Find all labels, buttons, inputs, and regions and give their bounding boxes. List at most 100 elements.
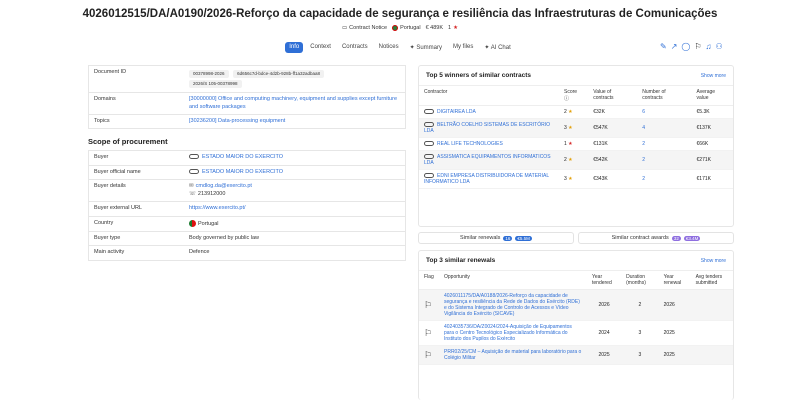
document-id-row: Document ID 00378998-2026 6d656c7d-bdce-… bbox=[88, 65, 406, 94]
domains-link[interactable]: [30000000] Office and computing machiner… bbox=[184, 93, 405, 114]
winners-show-more[interactable]: Show more bbox=[701, 73, 726, 79]
tab-my-files[interactable]: My files bbox=[449, 42, 477, 53]
document-icon: ▭ bbox=[341, 25, 348, 31]
phone-icon: ☏ bbox=[189, 190, 196, 197]
contractor-icon bbox=[424, 173, 434, 179]
star-icon: ★ bbox=[568, 109, 573, 115]
tab-info[interactable]: Info bbox=[285, 42, 304, 53]
count-link[interactable]: 4 bbox=[642, 125, 645, 131]
buyer-url-row: Buyer external URL https://www.exercito.… bbox=[88, 202, 406, 217]
winner-row: ASSISMATICA EQUIPAMENTOS INFORMATICOS LD… bbox=[419, 150, 733, 170]
topics-row: Topics [30236200] Data-processing equipm… bbox=[88, 114, 406, 130]
page-title: 4026012515/DA/A0190/2026-Reforço da capa… bbox=[82, 8, 718, 20]
email-icon: ✉ bbox=[189, 183, 194, 190]
renewals-show-more[interactable]: Show more bbox=[701, 258, 726, 264]
buyer-official-link[interactable]: ESTADO MAIOR DO EXERCITO bbox=[202, 169, 283, 175]
buyer-link[interactable]: ESTADO MAIOR DO EXERCITO bbox=[202, 154, 283, 160]
tab-notices[interactable]: Notices bbox=[375, 42, 403, 53]
chat-icon[interactable]: ◯ bbox=[681, 42, 690, 51]
winner-row: DIGITAIREA LDA 2 ★ €32K 6 €5.3K bbox=[419, 105, 733, 119]
topics-link[interactable]: [30236200] Data-processing equipment bbox=[184, 115, 405, 128]
winners-table: Contractor Score ⓘ Value of contracts Nu… bbox=[419, 85, 733, 189]
contractor-link[interactable]: EDNI EMPRESA DISTRIBUIDORA DE MATERIAL I… bbox=[424, 173, 549, 185]
renewals-value-badge: €5.5M bbox=[515, 235, 532, 241]
tab-context[interactable]: Context bbox=[306, 42, 335, 53]
renewals-title: Top 3 similar renewals bbox=[426, 257, 496, 264]
awards-count-badge: 32 bbox=[671, 235, 681, 241]
count-link[interactable]: 2 bbox=[642, 176, 645, 182]
scope-table: Buyer ESTADO MAIOR DO EXERCITO Buyer off… bbox=[88, 150, 406, 261]
flag-icon[interactable]: ⚐ bbox=[424, 350, 432, 360]
winner-row: BELTRÃO COELHO SISTEMAS DE ESCRITÓRIO LD… bbox=[419, 118, 733, 138]
country-badge: Portugal bbox=[392, 25, 421, 31]
tab-contracts[interactable]: Contracts bbox=[338, 42, 372, 53]
buyer-type-row: Buyer type Body governed by public law bbox=[88, 231, 406, 247]
contractor-link[interactable]: ASSISMATICA EQUIPAMENTOS INFORMATICOS LD… bbox=[424, 154, 551, 166]
winner-row: REAL LIFE TECHNOLOGIES 1 ★ €131K 2 €66K bbox=[419, 137, 733, 151]
winners-title: Top 5 winners of similar contracts bbox=[426, 72, 531, 79]
main-activity-row: Main activity Defence bbox=[88, 246, 406, 261]
count-link[interactable]: 6 bbox=[642, 109, 645, 115]
left-panel: Document ID 00378998-2026 6d656c7d-bdce-… bbox=[88, 65, 406, 261]
awards-value-badge: €3.4M bbox=[683, 235, 701, 241]
email-link[interactable]: cmdlog.da@exercito.pt bbox=[196, 183, 252, 189]
opportunity-link[interactable]: PRR02/25/CM – Aquisição de material para… bbox=[444, 349, 581, 361]
info-icon: ⓘ bbox=[564, 96, 570, 102]
portugal-flag-icon bbox=[392, 25, 399, 31]
buyer-official-row: Buyer official name ESTADO MAIOR DO EXER… bbox=[88, 165, 406, 181]
edit-icon[interactable]: ✎ bbox=[660, 42, 667, 51]
star-icon: ★ bbox=[568, 125, 573, 131]
renewals-table: Flag Opportunity Year tendered Duration … bbox=[419, 270, 733, 365]
count-link[interactable]: 2 bbox=[642, 141, 645, 147]
buyer-url-link[interactable]: https://www.exercito.pt/ bbox=[189, 205, 246, 211]
opportunity-link[interactable]: 4024035736/DA/Z0024/2024-Aquisição de Eq… bbox=[444, 324, 572, 342]
similar-renewals-button[interactable]: Similar renewals 16 €5.5M bbox=[418, 232, 574, 244]
details-table: Document ID 00378998-2026 6d656c7d-bdce-… bbox=[88, 65, 406, 130]
flag-icon[interactable]: ⚐ bbox=[424, 300, 432, 310]
contractor-link[interactable]: BELTRÃO COELHO SISTEMAS DE ESCRITÓRIO LD… bbox=[424, 122, 550, 134]
renewals-card: Top 3 similar renewals Show more Flag Op… bbox=[418, 250, 734, 400]
star-icon: ★ bbox=[453, 25, 459, 31]
country-row: Country Portugal bbox=[88, 216, 406, 232]
contractor-icon bbox=[424, 109, 434, 115]
winner-row: EDNI EMPRESA DISTRIBUIDORA DE MATERIAL I… bbox=[419, 169, 733, 189]
document-id-pill: 2026/S 105-00378998 bbox=[189, 80, 242, 89]
count-link[interactable]: 2 bbox=[642, 157, 645, 163]
contractor-icon bbox=[424, 141, 434, 147]
share-icon[interactable]: ↗ bbox=[671, 42, 678, 51]
document-id-pill: 6d656c7d-bdce-4d2b-928b-ff1a32adbaa8 bbox=[233, 70, 325, 79]
renewal-row: ⚐ 4024035736/DA/Z0024/2024-Aquisição de … bbox=[419, 320, 733, 346]
portugal-flag-icon bbox=[189, 219, 196, 227]
meta-bar: ▭ Contract Notice Portugal € 489K 1 ★ bbox=[0, 25, 800, 31]
tab-summary[interactable]: ✦ Summary bbox=[406, 42, 446, 53]
star-icon: ★ bbox=[568, 157, 573, 163]
bell-icon[interactable]: ♫ bbox=[706, 42, 712, 51]
buyer-row: Buyer ESTADO MAIOR DO EXERCITO bbox=[88, 150, 406, 166]
buyer-icon bbox=[189, 168, 199, 174]
contractor-link[interactable]: DIGITAIREA LDA bbox=[437, 109, 476, 115]
toolbar: ✎ ↗ ◯ ⚐ ♫ ⚇ bbox=[660, 42, 723, 51]
star-icon: ★ bbox=[568, 141, 573, 147]
similar-awards-button[interactable]: Similar contract awards 32 €3.4M bbox=[578, 232, 734, 244]
winners-card: Top 5 winners of similar contracts Show … bbox=[418, 65, 734, 227]
renewals-count-badge: 16 bbox=[503, 235, 513, 241]
flag-icon[interactable]: ⚐ bbox=[694, 42, 701, 51]
opportunity-link[interactable]: 4026011175/DA/A0188/2026-Reforço da capa… bbox=[444, 293, 580, 317]
phone-number: 213912000 bbox=[197, 190, 226, 197]
value-badge: € 489K bbox=[425, 25, 444, 31]
notice-badge: ▭ Contract Notice bbox=[341, 25, 388, 31]
contractor-link[interactable]: REAL LIFE TECHNOLOGIES bbox=[437, 141, 503, 147]
page-root: 4026012515/DA/A0190/2026-Reforço da capa… bbox=[0, 0, 800, 400]
domains-row: Domains [30000000] Office and computing … bbox=[88, 93, 406, 115]
rank-badge: 1 ★ bbox=[448, 25, 459, 31]
document-id-pill: 00378998-2026 bbox=[189, 70, 229, 79]
renewal-row: ⚐ 4026011175/DA/A0188/2026-Reforço da ca… bbox=[419, 289, 733, 321]
buyer-details-row: Buyer details ✉ cmdlog.da@exercito.pt ☏ 21… bbox=[88, 180, 406, 203]
flag-icon[interactable]: ⚐ bbox=[424, 328, 432, 338]
contractor-icon bbox=[424, 154, 434, 160]
user-plus-icon[interactable]: ⚇ bbox=[716, 42, 723, 51]
star-icon: ★ bbox=[568, 176, 573, 182]
tab-ai-chat[interactable]: ✦ AI Chat bbox=[480, 42, 514, 53]
contractor-icon bbox=[424, 122, 434, 128]
scope-title: Scope of procurement bbox=[88, 137, 168, 147]
